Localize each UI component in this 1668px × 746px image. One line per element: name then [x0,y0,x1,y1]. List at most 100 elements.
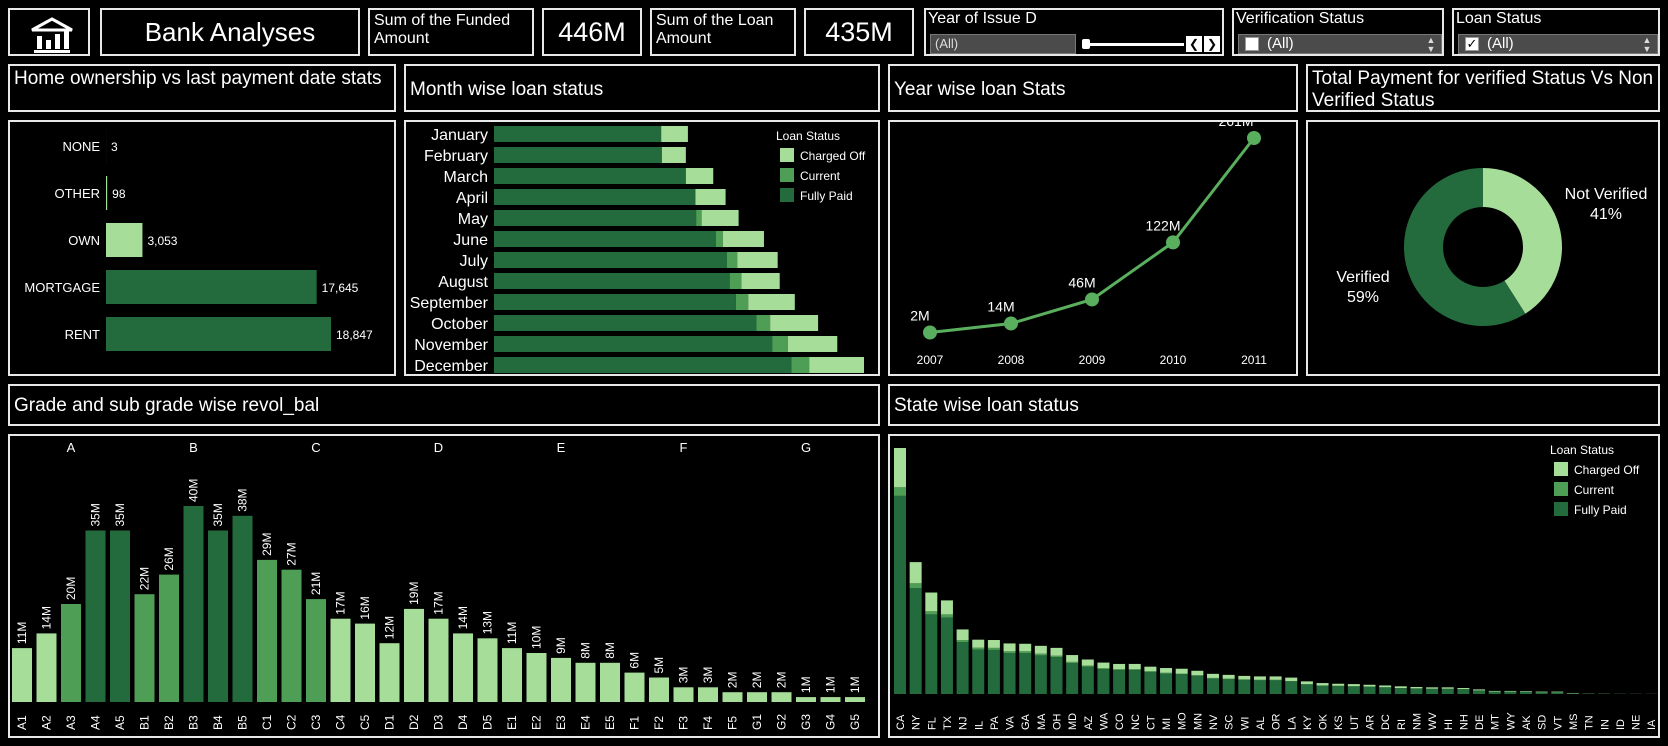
month-title-box: Month wise loan status [404,64,880,112]
month-bar-segment [695,189,726,205]
grade-bar [208,530,228,702]
state-tick-label: CO [1114,713,1126,730]
state-tick-label: MO [1177,712,1189,730]
grade-bar [820,697,841,702]
grade-tick-label: C1 [260,714,274,730]
state-bar-segment [1050,655,1063,658]
grade-tick-label: A1 [15,715,29,730]
grade-tick-label: F2 [652,716,666,730]
kpi-loan-value: 435M [825,17,893,47]
grade-bar [61,604,81,702]
state-bar-segment [1441,688,1454,694]
state-bar-segment [1081,659,1094,666]
state-bar-segment [1238,679,1251,694]
state-bar-segment [1222,679,1235,694]
grade-tick-label: E5 [603,715,617,730]
grade-bar [771,692,792,702]
state-tick-label: MI [1161,718,1173,730]
year-chart-box: 2M 2007 14M 2008 46M 2009 122M 2010 261M 2011 [888,113,1298,376]
grade-bar [12,648,32,702]
state-bar-segment [987,647,1000,650]
state-bar-segment [1316,685,1329,694]
grade-tick-label: F3 [677,716,691,730]
grade-value-label: 6M [628,652,642,669]
state-bar-segment [1410,686,1423,689]
state-bar-segment [1003,653,1016,694]
grade-bar [183,506,204,702]
grade-group-label: F [680,440,688,455]
state-bar-segment [1081,665,1094,667]
next-arrow-icon[interactable]: ❯ [1204,36,1220,52]
state-bar-segment [1285,677,1298,682]
grade-bar [551,657,571,702]
state-bar-segment [1019,643,1032,652]
grade-value-label: 38M [236,488,250,511]
state-legend-label: Fully Paid [1574,503,1627,517]
state-bar-segment [1253,680,1266,694]
grade-tick-label: G4 [824,714,838,730]
state-bar-segment [1269,680,1282,694]
month-label: October [431,316,489,333]
grade-tick-label: C5 [358,714,372,730]
grade-value-label: 9M [554,637,568,654]
year-slider[interactable] [1084,43,1184,46]
state-bar-segment [1003,643,1016,652]
state-tick-label: PA [989,715,1001,730]
filter-verification-value: (All) [1267,35,1294,52]
grade-bar [600,662,620,702]
state-bar-segment [1160,673,1173,694]
spinner-icon[interactable]: ▲ ▼ [1423,36,1439,54]
grade-bar [281,569,302,702]
filter-verification-label: Verification Status [1236,10,1365,27]
month-bar-segment [737,252,778,268]
verification-checkbox[interactable] [1245,37,1259,51]
home-bar [106,317,331,351]
year-tick-label: 2007 [917,353,944,367]
state-tick-label: AL [1255,717,1267,730]
grade-value-label: 35M [113,503,127,526]
year-slider-handle[interactable] [1082,39,1090,49]
grade-tick-label: G3 [799,714,813,730]
state-bar-segment [1238,679,1251,680]
grade-value-label: 2M [750,672,764,689]
home-category-label: NONE [62,139,100,154]
state-tick-label: MT [1490,714,1502,730]
grade-value-label: 14M [456,606,470,629]
grade-value-label: 29M [260,533,274,556]
grade-value-label: 8M [579,642,593,659]
filter-verification-dropdown[interactable]: (All) ▲ ▼ [1238,34,1442,54]
month-bar-segment [494,189,696,205]
grade-value-label: 2M [726,672,740,689]
loan-status-checkbox[interactable]: ✓ [1465,37,1479,51]
state-bar-segment [1332,686,1345,694]
grade-value-label: 19M [407,582,421,605]
grade-tick-label: D1 [383,714,397,730]
grade-bar [747,692,767,702]
state-bar-segment [925,614,938,694]
state-bar-segment [1394,688,1407,694]
prev-arrow-icon[interactable]: ❮ [1186,36,1202,52]
grade-value-label: 5M [652,657,666,674]
filter-year-dropdown[interactable]: (All) [930,34,1076,54]
state-bar-segment [1191,675,1204,694]
year-loan-chart: 2M 2007 14M 2008 46M 2009 122M 2010 261M 2011 [910,113,1267,367]
month-legend-swatch [780,168,794,182]
state-bar-segment [1535,692,1548,694]
grade-bar [159,574,179,702]
grade-value-label: 35M [211,503,225,526]
state-bar-segment [1488,690,1501,692]
state-bar-segment [1050,647,1063,656]
state-bar-segment [1097,669,1110,694]
state-bar-segment [1113,669,1126,671]
month-bar-segment [494,210,697,226]
state-tick-label: NC [1130,714,1142,730]
state-tick-label: NM [1411,713,1423,730]
spinner-icon[interactable]: ▲ ▼ [1639,36,1655,54]
state-bar-segment [1128,670,1141,694]
state-bar-segment [1504,691,1517,694]
state-legend-label: Charged Off [1574,463,1640,477]
filter-loan-status-dropdown[interactable]: ✓ (All) ▲ ▼ [1458,34,1658,54]
state-bar-segment [1520,691,1532,692]
grade-bar [404,608,424,702]
state-bar-segment [1394,686,1407,689]
